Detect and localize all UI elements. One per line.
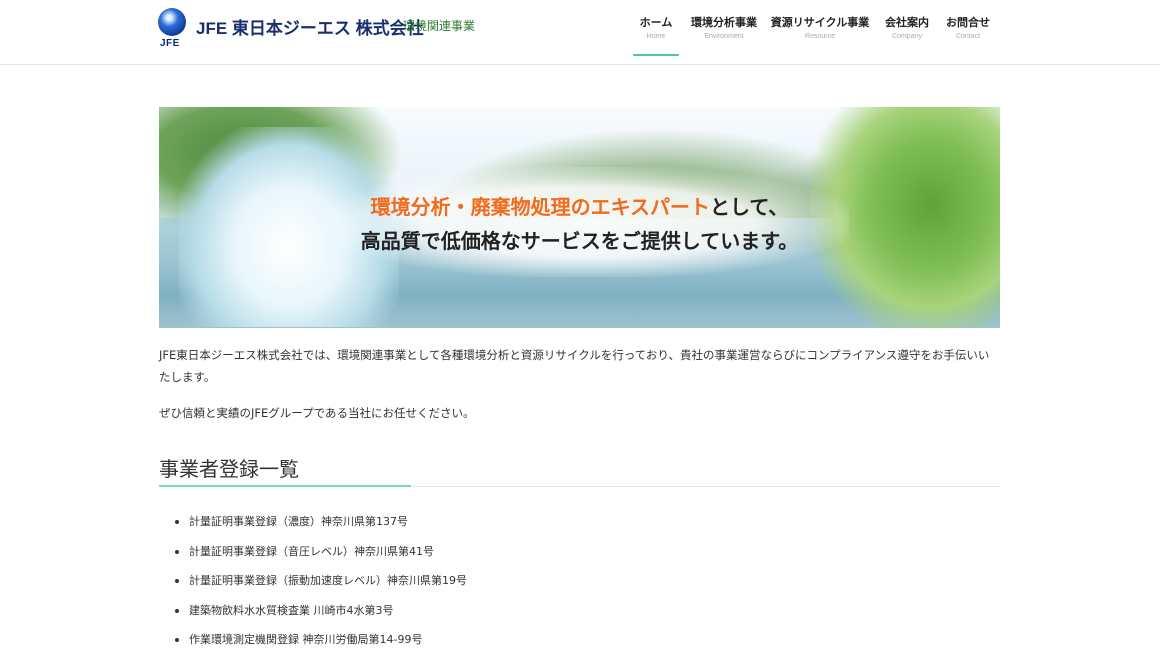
nav-item-company[interactable]: 会社案内 Company: [876, 14, 938, 54]
nav-sub: Company: [892, 33, 922, 40]
jfe-globe-icon: [158, 8, 186, 36]
hero-headline-accent: 環境分析・廃棄物処理のエキスパート: [370, 195, 710, 219]
nav-sub: Resource: [805, 33, 835, 40]
registration-item: 計量証明事業登録（振動加速度レベル）神奈川県第19号: [175, 571, 467, 601]
registration-item: 建築物飲料水水質検査業 川崎市4水第3号: [175, 601, 467, 631]
nav-label: 会社案内: [885, 16, 929, 29]
hero-text-glow: [329, 167, 849, 277]
main-nav: ホーム Home 環境分析事業 Environment 資源リサイクル事業 Re…: [628, 14, 998, 56]
hero-banner: 環境分析・廃棄物処理のエキスパートとして、 高品質で低価格なサービスをご提供して…: [159, 107, 1000, 328]
registration-item: 計量証明事業登録（音圧レベル）神奈川県第41号: [175, 542, 467, 572]
nav-label: 環境分析事業: [691, 16, 757, 29]
nav-label: ホーム: [639, 16, 673, 29]
section-divider-accent: [159, 485, 411, 487]
intro-paragraph: JFE東日本ジーエス株式会社では、環境関連事業として各種環境分析と資源リサイクル…: [159, 348, 990, 384]
intro-paragraph: ぜひ信頼と実績のJFEグループである当社にお任せください。: [159, 406, 475, 420]
registration-item: 計量証明事業登録（濃度）神奈川県第137号: [175, 512, 467, 542]
nav-item-contact[interactable]: お問合せ Contact: [938, 14, 998, 54]
logo-mark-text: JFE: [160, 38, 180, 49]
intro-text: JFE東日本ジーエス株式会社では、環境関連事業として各種環境分析と資源リサイクル…: [159, 344, 1000, 424]
nav-label: お問合せ: [946, 16, 990, 29]
hero-headline-rest: として、: [710, 195, 789, 219]
nav-label: 資源リサイクル事業: [770, 16, 870, 29]
section-title: 事業者登録一覧: [159, 457, 299, 481]
nav-sub: Contact: [955, 33, 981, 40]
nav-item-home[interactable]: ホーム Home: [628, 14, 684, 56]
company-name: JFE 東日本ジーエス 株式会社: [196, 19, 424, 38]
nav-sub: Home: [646, 33, 666, 40]
division-name: 環境関連事業: [403, 19, 476, 33]
nav-item-resource[interactable]: 資源リサイクル事業 Resource: [764, 14, 876, 54]
site-header: JFE JFE 東日本ジーエス 株式会社 環境関連事業 ホーム Home 環境分…: [0, 0, 1160, 65]
hero-subheadline: 高品質で低価格なサービスをご提供しています。: [360, 229, 799, 253]
nav-sub: Environment: [704, 33, 744, 40]
hero-headline: 環境分析・廃棄物処理のエキスパートとして、: [159, 191, 1000, 220]
company-logo[interactable]: JFE JFE 東日本ジーエス 株式会社 環境関連事業: [158, 8, 498, 50]
nav-item-environment[interactable]: 環境分析事業 Environment: [684, 14, 764, 54]
registration-item: 作業環境測定機関登録 神奈川労働局第14-99号: [175, 630, 467, 660]
registration-list: 計量証明事業登録（濃度）神奈川県第137号 計量証明事業登録（音圧レベル）神奈川…: [175, 512, 467, 660]
